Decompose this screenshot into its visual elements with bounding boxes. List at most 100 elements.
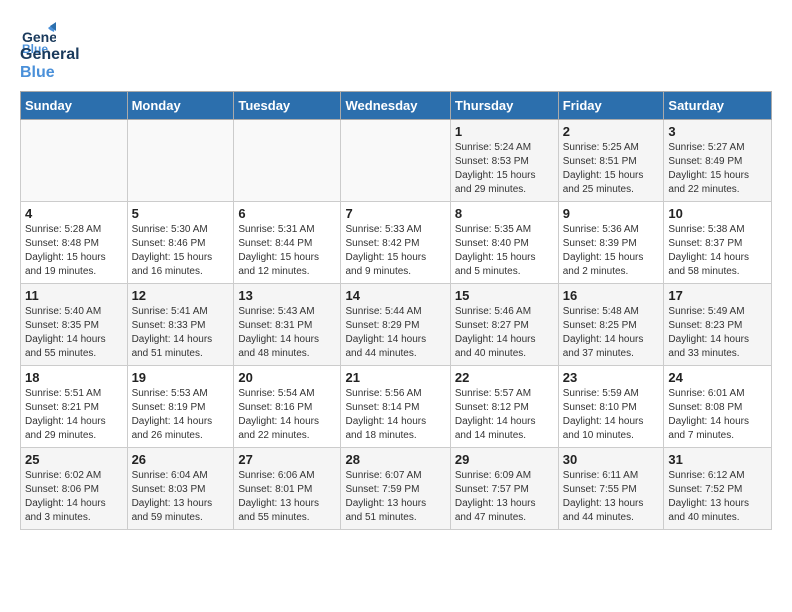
header-sunday: Sunday xyxy=(21,92,128,120)
day-info: Sunrise: 5:51 AM Sunset: 8:21 PM Dayligh… xyxy=(25,387,123,443)
header-monday: Monday xyxy=(127,92,234,120)
day-info: Sunrise: 5:53 AM Sunset: 8:19 PM Dayligh… xyxy=(132,387,230,443)
day-info: Sunrise: 5:24 AM Sunset: 8:53 PM Dayligh… xyxy=(455,141,554,197)
day-info: Sunrise: 5:25 AM Sunset: 8:51 PM Dayligh… xyxy=(563,141,660,197)
calendar-cell: 6 Sunrise: 5:31 AM Sunset: 8:44 PM Daylig… xyxy=(234,202,341,284)
day-info: Sunrise: 5:57 AM Sunset: 8:12 PM Dayligh… xyxy=(455,387,554,443)
calendar-cell: 4Sunrise: 5:28 AM Sunset: 8:48 PM Daylig… xyxy=(21,202,128,284)
day-number: 31 xyxy=(668,452,767,467)
day-number: 3 xyxy=(668,124,767,139)
day-info: Sunrise: 5:46 AM Sunset: 8:27 PM Dayligh… xyxy=(455,305,554,361)
header-saturday: Saturday xyxy=(664,92,772,120)
day-info: Sunrise: 5:31 AM Sunset: 8:44 PM Dayligh… xyxy=(238,223,336,279)
header-tuesday: Tuesday xyxy=(234,92,341,120)
calendar-cell: 31 Sunrise: 6:12 AM Sunset: 7:52 PM Dayli… xyxy=(664,448,772,530)
calendar-cell: 16 Sunrise: 5:48 AM Sunset: 8:25 PM Dayli… xyxy=(558,284,664,366)
calendar-cell xyxy=(234,120,341,202)
day-number: 1 xyxy=(455,124,554,139)
page-header: General Blue General Blue xyxy=(20,20,772,81)
calendar-cell: 11 Sunrise: 5:40 AM Sunset: 8:35 PM Dayli… xyxy=(21,284,128,366)
header-friday: Friday xyxy=(558,92,664,120)
calendar-cell: 15 Sunrise: 5:46 AM Sunset: 8:27 PM Dayli… xyxy=(450,284,558,366)
calendar-week-4: 18 Sunrise: 5:51 AM Sunset: 8:21 PM Dayli… xyxy=(21,366,772,448)
calendar-cell: 18 Sunrise: 5:51 AM Sunset: 8:21 PM Dayli… xyxy=(21,366,128,448)
header-thursday: Thursday xyxy=(450,92,558,120)
day-number: 10 xyxy=(668,206,767,221)
calendar-cell: 19 Sunrise: 5:53 AM Sunset: 8:19 PM Dayli… xyxy=(127,366,234,448)
day-number: 27 xyxy=(238,452,336,467)
calendar-cell: 14Sunrise: 5:44 AM Sunset: 8:29 PM Dayli… xyxy=(341,284,450,366)
day-number: 12 xyxy=(132,288,230,303)
day-info: Sunrise: 5:33 AM Sunset: 8:42 PM Dayligh… xyxy=(345,223,445,279)
logo-general: General xyxy=(20,46,80,64)
day-number: 21 xyxy=(345,370,445,385)
day-info: Sunrise: 6:06 AM Sunset: 8:01 PM Dayligh… xyxy=(238,469,336,525)
calendar-cell: 3Sunrise: 5:27 AM Sunset: 8:49 PM Daylig… xyxy=(664,120,772,202)
calendar-cell: 30Sunrise: 6:11 AM Sunset: 7:55 PM Dayli… xyxy=(558,448,664,530)
day-info: Sunrise: 5:35 AM Sunset: 8:40 PM Dayligh… xyxy=(455,223,554,279)
calendar-cell: 8 Sunrise: 5:35 AM Sunset: 8:40 PM Daylig… xyxy=(450,202,558,284)
day-number: 20 xyxy=(238,370,336,385)
day-number: 14 xyxy=(345,288,445,303)
calendar-week-1: 1 Sunrise: 5:24 AM Sunset: 8:53 PM Daylig… xyxy=(21,120,772,202)
day-number: 18 xyxy=(25,370,123,385)
day-number: 17 xyxy=(668,288,767,303)
day-number: 16 xyxy=(563,288,660,303)
calendar-week-2: 4Sunrise: 5:28 AM Sunset: 8:48 PM Daylig… xyxy=(21,202,772,284)
day-number: 24 xyxy=(668,370,767,385)
calendar-cell: 24 Sunrise: 6:01 AM Sunset: 8:08 PM Dayli… xyxy=(664,366,772,448)
day-info: Sunrise: 5:54 AM Sunset: 8:16 PM Dayligh… xyxy=(238,387,336,443)
day-number: 8 xyxy=(455,206,554,221)
calendar-cell: 10 Sunrise: 5:38 AM Sunset: 8:37 PM Dayli… xyxy=(664,202,772,284)
calendar-cell: 21Sunrise: 5:56 AM Sunset: 8:14 PM Dayli… xyxy=(341,366,450,448)
day-info: Sunrise: 5:30 AM Sunset: 8:46 PM Dayligh… xyxy=(132,223,230,279)
calendar-cell: 27 Sunrise: 6:06 AM Sunset: 8:01 PM Dayli… xyxy=(234,448,341,530)
day-info: Sunrise: 6:11 AM Sunset: 7:55 PM Dayligh… xyxy=(563,469,660,525)
calendar-cell xyxy=(21,120,128,202)
day-info: Sunrise: 6:04 AM Sunset: 8:03 PM Dayligh… xyxy=(132,469,230,525)
calendar-cell: 26 Sunrise: 6:04 AM Sunset: 8:03 PM Dayli… xyxy=(127,448,234,530)
calendar-cell: 20 Sunrise: 5:54 AM Sunset: 8:16 PM Dayli… xyxy=(234,366,341,448)
day-info: Sunrise: 5:48 AM Sunset: 8:25 PM Dayligh… xyxy=(563,305,660,361)
day-info: Sunrise: 5:38 AM Sunset: 8:37 PM Dayligh… xyxy=(668,223,767,279)
calendar-header-row: SundayMondayTuesdayWednesdayThursdayFrid… xyxy=(21,92,772,120)
day-number: 11 xyxy=(25,288,123,303)
calendar-cell: 7 Sunrise: 5:33 AM Sunset: 8:42 PM Daylig… xyxy=(341,202,450,284)
day-info: Sunrise: 5:59 AM Sunset: 8:10 PM Dayligh… xyxy=(563,387,660,443)
day-number: 6 xyxy=(238,206,336,221)
day-number: 7 xyxy=(345,206,445,221)
calendar-week-3: 11 Sunrise: 5:40 AM Sunset: 8:35 PM Dayli… xyxy=(21,284,772,366)
calendar-cell: 12 Sunrise: 5:41 AM Sunset: 8:33 PM Dayli… xyxy=(127,284,234,366)
calendar-cell: 28Sunrise: 6:07 AM Sunset: 7:59 PM Dayli… xyxy=(341,448,450,530)
day-info: Sunrise: 6:01 AM Sunset: 8:08 PM Dayligh… xyxy=(668,387,767,443)
day-info: Sunrise: 6:02 AM Sunset: 8:06 PM Dayligh… xyxy=(25,469,123,525)
day-info: Sunrise: 5:43 AM Sunset: 8:31 PM Dayligh… xyxy=(238,305,336,361)
day-info: Sunrise: 6:09 AM Sunset: 7:57 PM Dayligh… xyxy=(455,469,554,525)
day-number: 13 xyxy=(238,288,336,303)
calendar-cell: 1 Sunrise: 5:24 AM Sunset: 8:53 PM Daylig… xyxy=(450,120,558,202)
day-info: Sunrise: 5:28 AM Sunset: 8:48 PM Dayligh… xyxy=(25,223,123,279)
day-number: 9 xyxy=(563,206,660,221)
calendar-cell: 29 Sunrise: 6:09 AM Sunset: 7:57 PM Dayli… xyxy=(450,448,558,530)
day-number: 23 xyxy=(563,370,660,385)
day-number: 2 xyxy=(563,124,660,139)
logo-blue: Blue xyxy=(20,64,80,82)
day-info: Sunrise: 5:40 AM Sunset: 8:35 PM Dayligh… xyxy=(25,305,123,361)
calendar-cell: 2 Sunrise: 5:25 AM Sunset: 8:51 PM Daylig… xyxy=(558,120,664,202)
header-wednesday: Wednesday xyxy=(341,92,450,120)
day-number: 5 xyxy=(132,206,230,221)
calendar-cell: 9 Sunrise: 5:36 AM Sunset: 8:39 PM Daylig… xyxy=(558,202,664,284)
day-info: Sunrise: 6:12 AM Sunset: 7:52 PM Dayligh… xyxy=(668,469,767,525)
day-info: Sunrise: 5:36 AM Sunset: 8:39 PM Dayligh… xyxy=(563,223,660,279)
day-number: 15 xyxy=(455,288,554,303)
day-number: 19 xyxy=(132,370,230,385)
day-number: 29 xyxy=(455,452,554,467)
calendar-table: SundayMondayTuesdayWednesdayThursdayFrid… xyxy=(20,91,772,530)
calendar-cell xyxy=(127,120,234,202)
day-number: 26 xyxy=(132,452,230,467)
calendar-cell: 23 Sunrise: 5:59 AM Sunset: 8:10 PM Dayli… xyxy=(558,366,664,448)
day-info: Sunrise: 6:07 AM Sunset: 7:59 PM Dayligh… xyxy=(345,469,445,525)
day-info: Sunrise: 5:41 AM Sunset: 8:33 PM Dayligh… xyxy=(132,305,230,361)
calendar-cell: 13 Sunrise: 5:43 AM Sunset: 8:31 PM Dayli… xyxy=(234,284,341,366)
day-number: 22 xyxy=(455,370,554,385)
